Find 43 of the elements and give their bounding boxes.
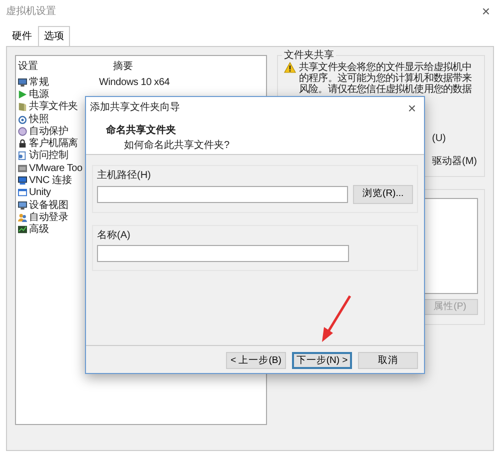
group-title: 文件夹共享 (282, 50, 336, 62)
tab[interactable]: 硬件 (6, 26, 38, 46)
warning-text: 风险。请仅在您信任虚拟机使用您的数据 (299, 84, 472, 95)
camera-icon (18, 114, 27, 124)
lock-icon (18, 139, 27, 148)
name-field[interactable] (97, 245, 349, 262)
vm-icon (18, 164, 27, 173)
wizard-button[interactable]: 取消 (358, 352, 418, 369)
column-header: 设置 (18, 60, 39, 74)
summary-text: Windows 10 x64 (99, 76, 170, 90)
monitor-icon (18, 176, 27, 186)
field-label: 名称(A) (97, 229, 132, 243)
column-header: 摘要 (113, 60, 134, 74)
monitor-icon (18, 78, 27, 87)
monitor-icon (18, 200, 27, 210)
list-item[interactable]: VMware Too (29, 160, 82, 176)
annotation-arrow (322, 295, 352, 342)
field-label: 主机路径(H) (97, 168, 152, 183)
host-path-field[interactable] (97, 186, 348, 203)
tab[interactable]: 选项 (38, 26, 70, 46)
window-title: 虚拟机设置 (6, 4, 56, 18)
list-item[interactable]: 共享文件夹 (29, 99, 78, 114)
wizard-subheading: 如何命名此共享文件夹? (124, 138, 231, 153)
users-icon (18, 212, 27, 222)
warning-icon (284, 62, 296, 73)
list-item[interactable]: 访问控制 (29, 148, 68, 164)
list-item[interactable]: 高级 (29, 222, 49, 238)
play-icon (18, 90, 27, 99)
option-label: (U) (431, 132, 447, 146)
warning-text: 共享文件夹会将您的文件显示给虚拟机中 (299, 62, 472, 73)
window-icon (18, 188, 27, 198)
wizard-heading: 命名共享文件夹 (106, 123, 177, 138)
warning-text: 的程序。这可能为您的计算机和数据带来 (299, 73, 472, 84)
dialog-title: 添加共享文件夹向导 (90, 100, 180, 115)
chart-icon (18, 225, 27, 234)
folder-icon (18, 102, 27, 112)
option-label: 驱动器(M) (431, 155, 478, 169)
close-button[interactable]: × (404, 100, 420, 114)
wizard-button[interactable]: < 上一步(B) (226, 352, 286, 369)
close-button[interactable]: × (478, 4, 494, 18)
document-icon (18, 151, 27, 160)
browse-button[interactable]: 浏览(R)... (353, 185, 413, 204)
wizard-button[interactable]: 下一步(N) > (292, 352, 352, 369)
